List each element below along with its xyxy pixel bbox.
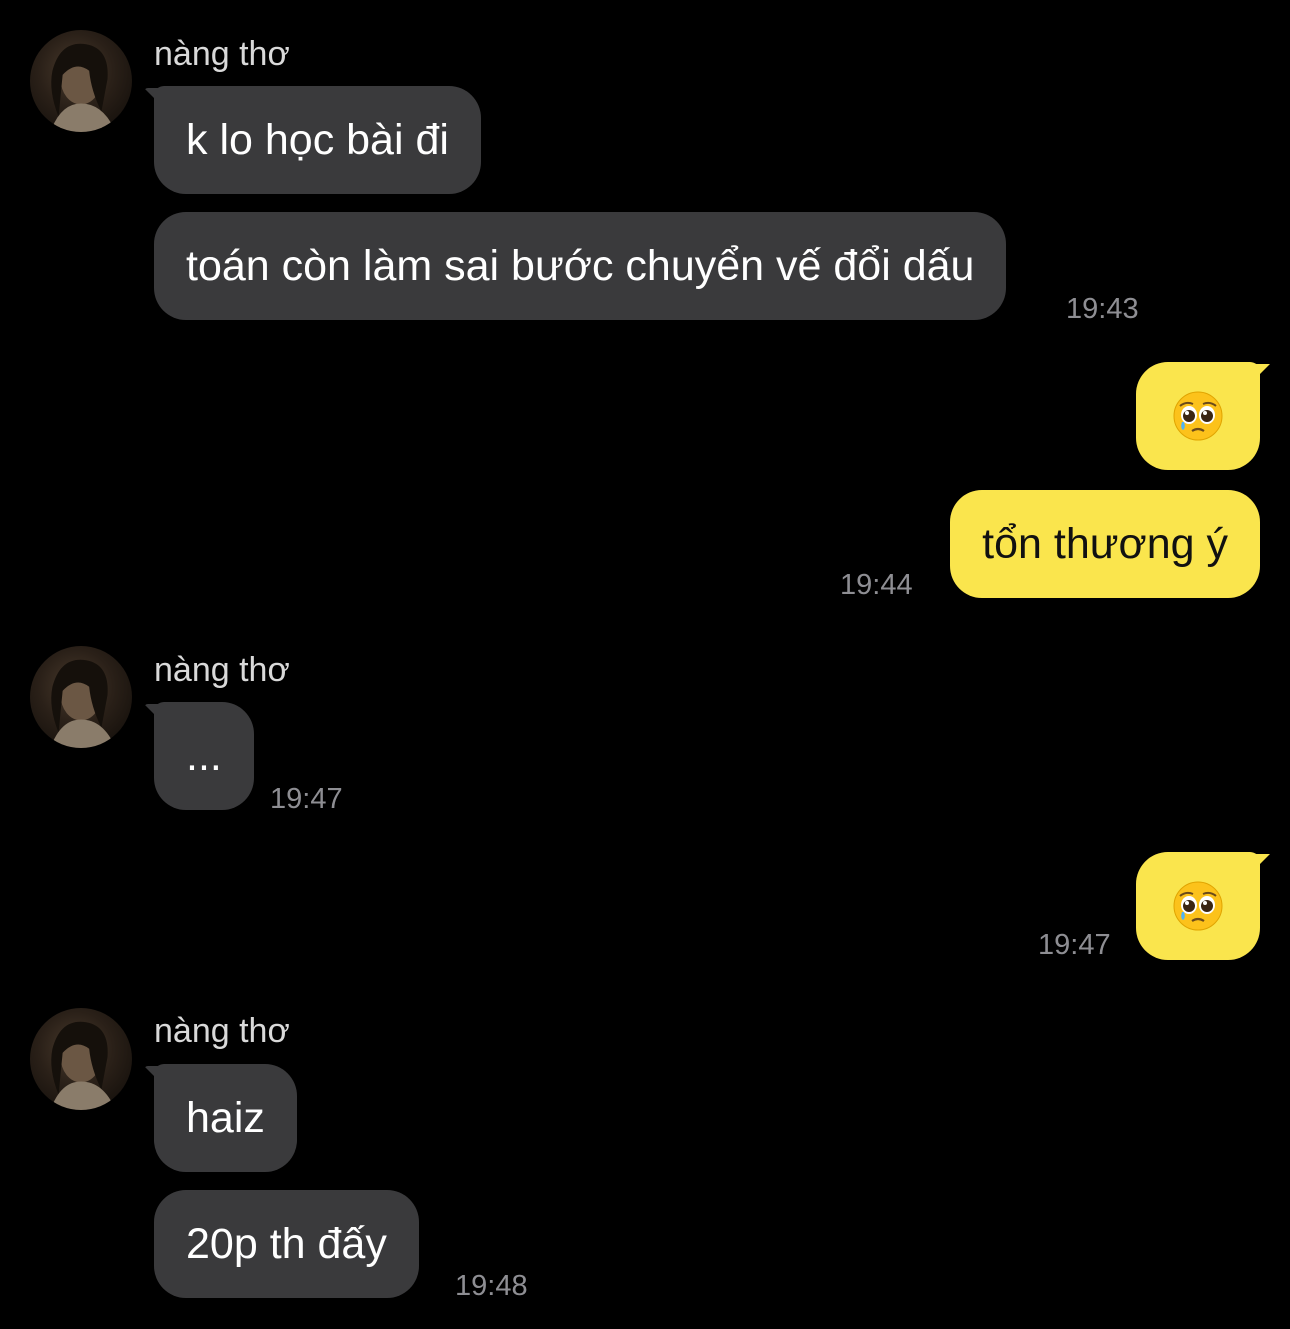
message-bubble[interactable] [1136, 852, 1260, 960]
avatar-photo [50, 1021, 116, 1110]
message-bubble[interactable]: haiz [154, 1064, 297, 1172]
pleading-face-icon [1173, 391, 1223, 441]
avatar-photo [50, 659, 116, 748]
message-bubble[interactable] [1136, 362, 1260, 470]
message-bubble[interactable]: k lo học bài đi [154, 86, 481, 194]
avatar[interactable] [30, 646, 132, 748]
message-timestamp: 19:47 [270, 783, 343, 815]
sender-name: nàng thơ [154, 35, 290, 73]
sender-name: nàng thơ [154, 1012, 290, 1050]
avatar[interactable] [30, 1008, 132, 1110]
message-timestamp: 19:44 [840, 569, 913, 601]
message-bubble[interactable]: tổn thương ý [950, 490, 1260, 598]
message-timestamp: 19:47 [1038, 929, 1111, 961]
message-text: k lo học bài đi [186, 116, 449, 164]
message-bubble[interactable]: ... [154, 702, 254, 810]
message-text: tổn thương ý [982, 520, 1228, 568]
message-timestamp: 19:43 [1066, 293, 1139, 325]
message-text: toán còn làm sai bước chuyển vế đổi dấu [186, 242, 975, 290]
avatar[interactable] [30, 30, 132, 132]
message-bubble[interactable]: toán còn làm sai bước chuyển vế đổi dấu [154, 212, 1007, 320]
message-text: ... [186, 732, 222, 780]
pleading-face-icon [1173, 881, 1223, 931]
message-timestamp: 19:48 [455, 1270, 528, 1302]
sender-name: nàng thơ [154, 651, 290, 689]
message-text: 20p th đấy [186, 1220, 387, 1268]
message-bubble[interactable]: 20p th đấy [154, 1190, 419, 1298]
message-text: haiz [186, 1094, 265, 1142]
avatar-photo [50, 43, 116, 132]
